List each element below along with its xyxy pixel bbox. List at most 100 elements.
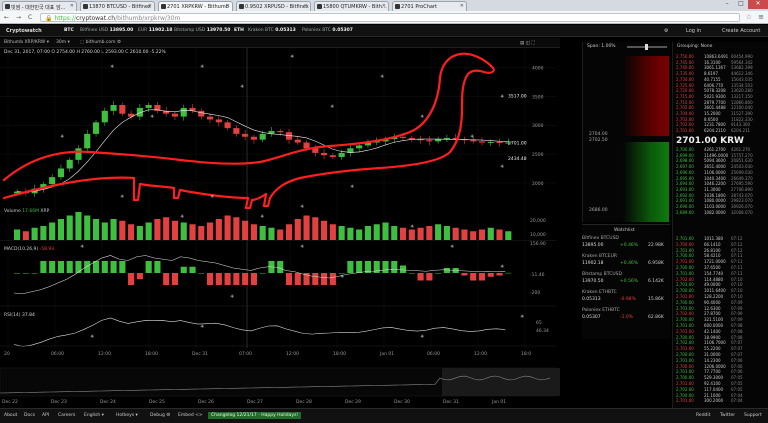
brand-logo[interactable]: Cryptowatch <box>6 28 42 34</box>
candle-body <box>470 140 477 142</box>
close-tab-icon[interactable]: ✕ <box>70 3 74 9</box>
ticker-poloniex-btc[interactable]: Poloniex BTC 0.05307 <box>302 28 353 33</box>
window-controls: – □ ✕ <box>720 0 768 9</box>
embed-menu[interactable]: Embed <> <box>178 413 203 418</box>
close-tab-icon[interactable]: ✕ <box>382 3 386 9</box>
star-icon: ✳ <box>350 184 354 190</box>
close-tab-icon[interactable]: ✕ <box>304 3 308 9</box>
trade-price: 2,700.00 <box>676 334 694 340</box>
volume-bar <box>250 224 257 240</box>
ask-row-total: 12100.040 <box>731 105 753 111</box>
bid-row-price: 2,699.00 <box>676 152 694 158</box>
settings-icon[interactable]: ⚙ <box>664 28 668 34</box>
login-link[interactable]: Log in <box>686 28 701 34</box>
candle-body <box>215 119 222 123</box>
candle-body <box>487 141 494 143</box>
trade-amount: 31.0000 <box>704 352 721 357</box>
watchlist-item-change: -1.0% <box>620 315 634 320</box>
y-tick-label: 4000 <box>532 66 544 72</box>
changelog-badge[interactable]: Changelog 12/21/17 - Happy Holidays! <box>208 412 302 419</box>
close-tab-icon[interactable]: ✕ <box>148 3 152 9</box>
browser-tab[interactable]: 15800 QTUMKRW - Bith... ✕ <box>314 1 389 11</box>
trade-price: 2,701.00 <box>676 357 694 363</box>
back-icon[interactable]: ← <box>4 14 9 21</box>
bookmark-star-icon[interactable]: ☆ <box>746 13 752 21</box>
watchlist-item-volume: 15.86K <box>648 297 664 302</box>
reload-icon[interactable]: C <box>28 14 32 21</box>
watchlist-item[interactable]: Kraken BTCEUR 11902.18 +0.46% 6.958K <box>582 254 668 266</box>
ticker-bitstamp-usd[interactable]: Bitstamp USD 13970.50 <box>174 28 230 33</box>
ticker-eur[interactable]: EUR 11902.18 <box>138 28 172 33</box>
macd-histogram-bar <box>391 261 398 273</box>
trade-price: 2,700.00 <box>676 392 694 398</box>
url-field[interactable]: 🔒 https://cryptowat.ch/bithumb/xrpkrw/30m <box>40 13 740 22</box>
trade-time: 07:11 <box>731 259 743 265</box>
create-account-link[interactable]: Create Account <box>722 28 760 34</box>
close-tab-icon[interactable]: ✕ <box>460 3 464 9</box>
volume-bar <box>417 227 424 240</box>
footer-link-about[interactable]: About <box>4 413 17 418</box>
footer-link-api[interactable]: API <box>42 413 49 418</box>
browser-tab[interactable]: 빗썸 - 대한민국 대표 암... ✕ <box>2 1 77 11</box>
pair-select[interactable]: Bithumb XRP/KRW ▾ <box>4 40 49 45</box>
ticker-kraken-btc[interactable]: Kraken BTC 0.05313 <box>248 28 296 33</box>
browser-tab[interactable]: 13870 BTCUSD - Bitfinex ✕ <box>80 1 155 11</box>
bid-row[interactable]: 2,689.00 1082.0000 32008.070 <box>676 210 766 216</box>
interval-select[interactable]: 30m ▾ <box>56 40 70 45</box>
macd-histogram-bar <box>128 273 135 285</box>
footer-link-reddit[interactable]: Reddit <box>696 413 710 418</box>
macd-histogram-bar <box>312 273 319 285</box>
star-icon: ✳ <box>120 194 124 200</box>
span-slider[interactable] <box>627 44 667 50</box>
ask-row[interactable]: 2,701.00 6204.2110 6204.211 <box>676 128 766 134</box>
maximize-icon[interactable]: □ <box>734 0 748 9</box>
x-tick-label: 12:00 <box>98 351 111 357</box>
macd-histogram-bar <box>329 273 336 285</box>
ask-row-amount: 40.7155 <box>704 76 721 82</box>
footer-link-twitter[interactable]: Twitter <box>720 413 735 418</box>
ticker-eth[interactable]: ETH <box>234 28 244 33</box>
ticker-btc[interactable]: BTC <box>64 28 74 33</box>
x-tick-label: Jan 01 <box>379 351 394 357</box>
exchange-link[interactable]: ⬚ bithumb.com ⚙ <box>80 40 121 45</box>
grouping-select[interactable]: Grouping: None <box>677 44 712 49</box>
minimize-icon[interactable]: – <box>720 0 734 9</box>
watchlist-item[interactable]: Bitfinex BTCUSD 13895.00 +0.46% 22.98K <box>582 236 668 248</box>
ask-row-total: 60454.990 <box>731 54 753 59</box>
browser-tab[interactable]: 0.9502 XRPUSD - Bitfinex ✕ <box>236 1 311 11</box>
trade-price: 2,700.00 <box>676 363 694 369</box>
trade-time: 07:07 <box>731 352 743 357</box>
browser-menu-icon[interactable]: ≡ <box>758 13 764 21</box>
trade-price: 2,701.00 <box>676 369 694 375</box>
depth-label: 2702.50 <box>589 138 608 143</box>
volume-bar <box>31 227 38 240</box>
hotkeys-menu[interactable]: Hotkeys ▾ <box>116 413 138 418</box>
forward-icon[interactable]: → <box>16 14 21 21</box>
footer-link-support[interactable]: Support <box>744 413 762 418</box>
span-slider-handle[interactable] <box>645 44 648 50</box>
watchlist-item[interactable]: Bitstamp BTCUSD 13970.50 +0.56% 6.142K <box>582 272 668 284</box>
language-select[interactable]: English ▾ <box>84 413 104 418</box>
rsi-axis-label: 65 <box>536 320 542 326</box>
browser-tab-active[interactable]: 2701 XRPKRW - Bithumb ✕ <box>158 1 233 11</box>
x-tick-label: 20 <box>4 351 10 357</box>
ask-row-price: 2,704.00 <box>676 111 694 116</box>
browser-tab[interactable]: 2701 ProChart ✕ <box>392 1 467 11</box>
macd-histogram-bar <box>242 273 249 285</box>
trade-amount: 14.2300 <box>704 357 721 363</box>
watchlist-item[interactable]: Kraken ETHBTC 0.05313 -0.98% 15.86K <box>582 290 668 302</box>
trade-price: 2,701.00 <box>676 282 694 288</box>
debug-menu[interactable]: Debug ⚙ <box>150 413 170 418</box>
trade-amount: 154.7740 <box>704 270 724 276</box>
ask-row-amount: 8.6500 <box>704 116 718 122</box>
window-close-icon[interactable]: ✕ <box>748 0 768 9</box>
layout-icons[interactable]: ▤ ◫ ⛶ <box>520 40 535 46</box>
close-tab-icon[interactable]: ✕ <box>226 3 230 9</box>
footer-link-careers[interactable]: Careers <box>58 413 75 418</box>
watchlist-item[interactable]: Poloniex ETHBTC 0.05307 -1.0% 62.86K <box>582 308 668 320</box>
volume-bar <box>180 222 187 240</box>
price-chart[interactable]: 2000 2500 3000 3500 4000 3517.00 2701.00 2434.4… <box>0 48 560 408</box>
trade-time: 07:08 <box>731 334 743 340</box>
footer-link-docs[interactable]: Docs <box>24 413 35 418</box>
ticker-bitfinex-usd[interactable]: Bitfinex USD 13895.00 <box>80 28 133 33</box>
